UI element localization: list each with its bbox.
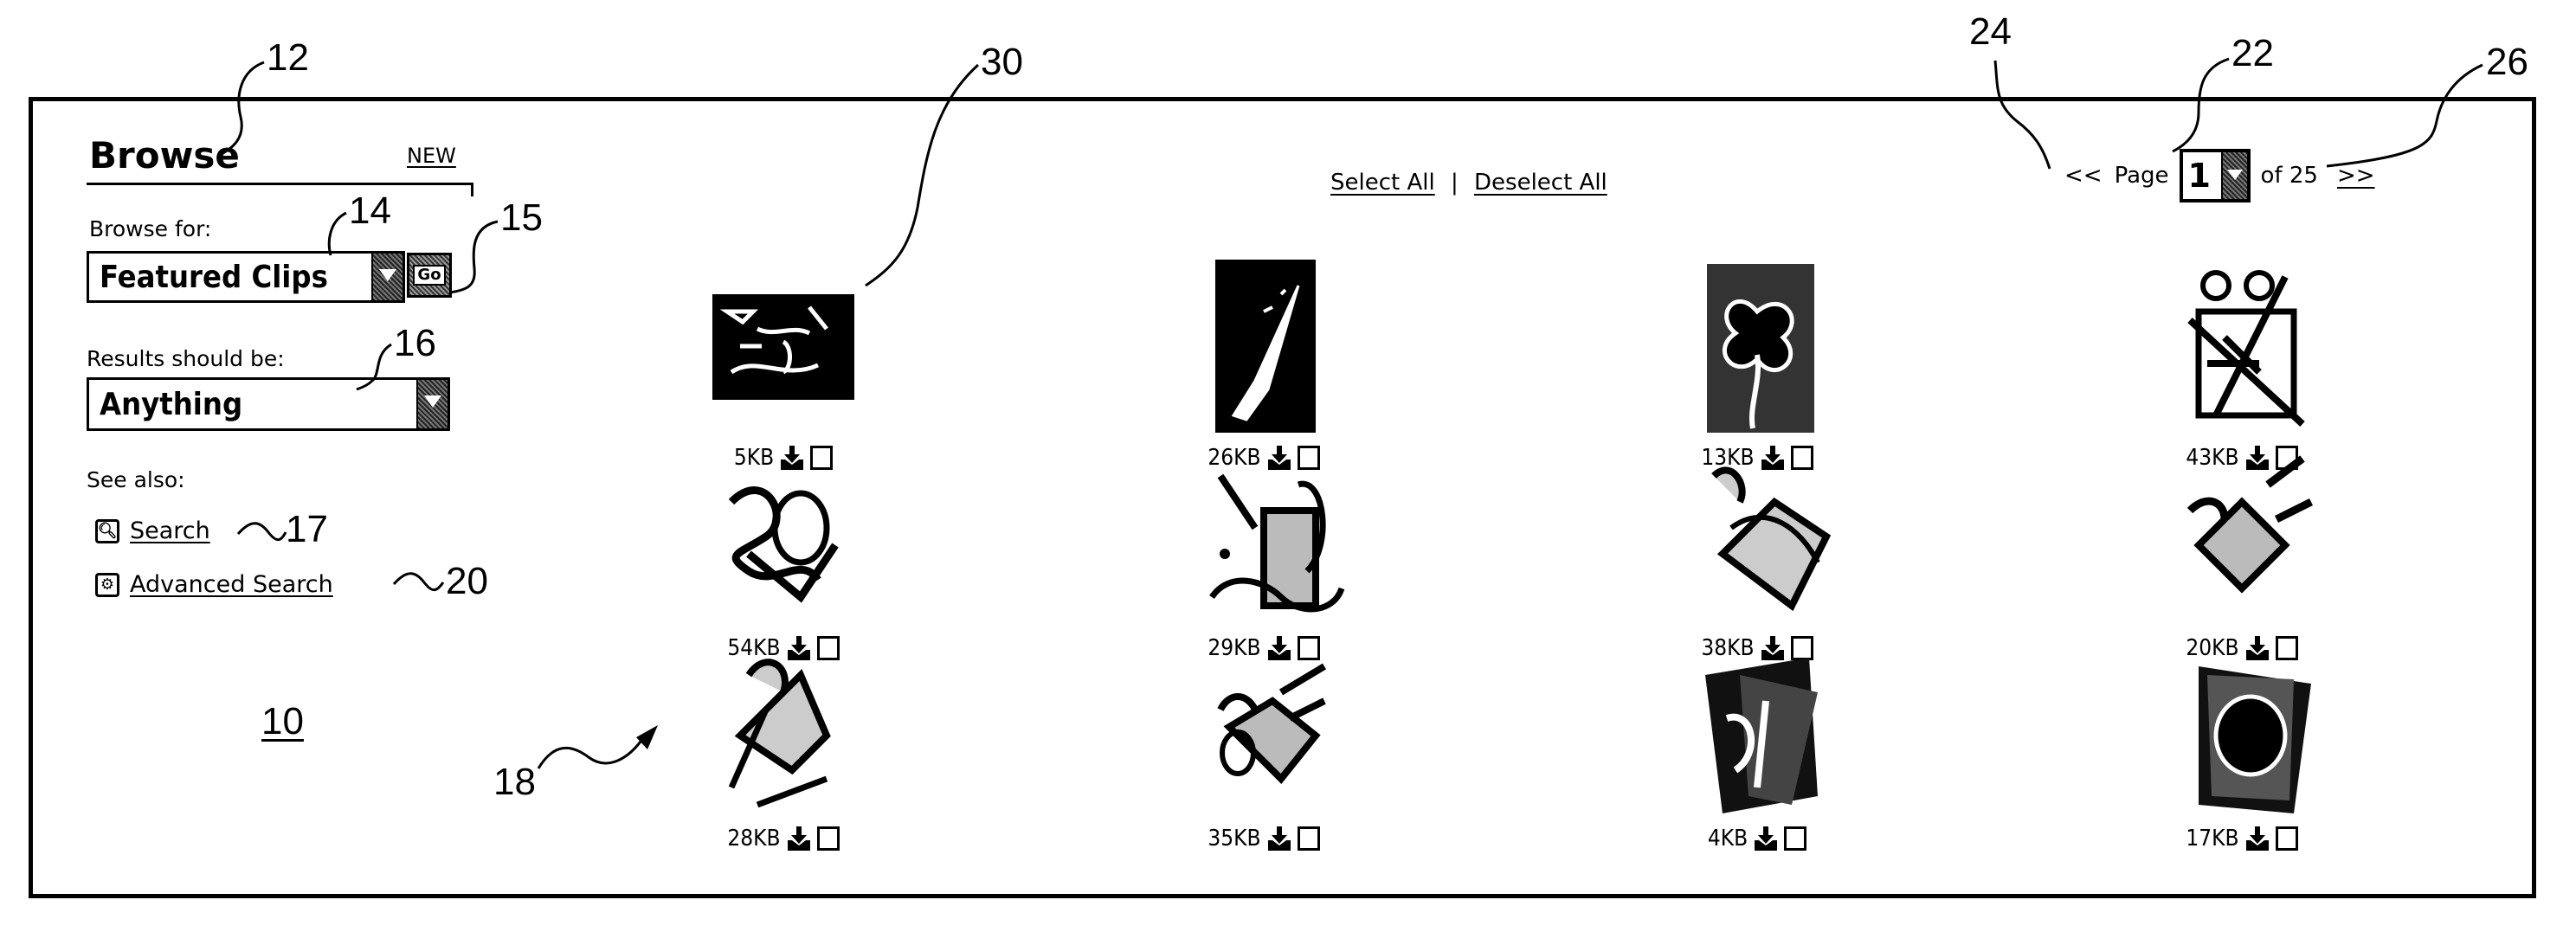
search-link[interactable]: Search xyxy=(130,517,210,544)
page-select[interactable]: 1 xyxy=(2179,149,2251,202)
clip-item[interactable]: 43KB xyxy=(2129,260,2354,471)
deselect-all-link[interactable]: Deselect All xyxy=(1474,170,1607,196)
advanced-search-link-row[interactable]: ⚙︎ Advanced Search xyxy=(95,571,333,598)
clip-item[interactable]: 29KB xyxy=(1151,450,1376,661)
select-all-link[interactable]: Select All xyxy=(1330,170,1435,196)
ref-numeral-15: 15 xyxy=(500,196,543,239)
next-page-link[interactable]: >> xyxy=(2337,163,2375,189)
clip-thumbnail[interactable] xyxy=(2138,450,2346,623)
clip-size: 35KB xyxy=(1208,826,1261,852)
ref-numeral-17: 17 xyxy=(286,508,328,550)
results-label: Results should be: xyxy=(87,346,285,371)
browse-for-value: Featured Clips xyxy=(100,259,328,295)
prev-page-link[interactable]: << xyxy=(2064,163,2103,189)
clip-thumbnail[interactable] xyxy=(1653,450,1861,623)
current-page: 1 xyxy=(2187,157,2211,195)
clip-thumbnail[interactable] xyxy=(679,260,887,433)
clip-thumbnail[interactable] xyxy=(1653,260,1861,433)
clip-art-planting-clipart xyxy=(1217,663,1327,784)
chevron-down-icon[interactable] xyxy=(371,254,402,300)
ref-numeral-18: 18 xyxy=(493,761,536,803)
advanced-search-link[interactable]: Advanced Search xyxy=(130,571,333,598)
clip-thumbnail[interactable] xyxy=(1160,260,1368,433)
search-link-row[interactable]: 🔍︎ Search xyxy=(95,517,210,544)
download-icon[interactable] xyxy=(1755,826,1778,851)
ref-numeral-24: 24 xyxy=(1969,10,2012,53)
ref-numeral-10: 10 xyxy=(261,700,304,742)
clip-art-flower-pot-clipart xyxy=(1711,466,1832,612)
clip-thumbnail[interactable] xyxy=(2138,640,2346,813)
clip-size: 17KB xyxy=(2186,826,2239,852)
ref-numeral-14: 14 xyxy=(349,190,391,232)
clip-thumbnail[interactable] xyxy=(679,450,887,623)
browse-for-select[interactable]: Featured Clips xyxy=(87,251,405,303)
clip-item[interactable]: 13KB xyxy=(1645,260,1870,471)
browse-for-label: Browse for: xyxy=(89,216,212,241)
clip-item[interactable]: 17KB xyxy=(2129,640,2354,852)
advanced-search-icon: ⚙︎ xyxy=(95,572,119,597)
go-button-label: Go xyxy=(413,265,446,286)
header-divider-tick xyxy=(471,183,473,196)
clip-art-watering-can-clipart xyxy=(1209,473,1345,613)
clip-item[interactable]: 4KB xyxy=(1645,640,1870,852)
clip-thumbnail[interactable] xyxy=(679,640,887,813)
download-icon[interactable] xyxy=(2245,826,2269,851)
clip-select-checkbox[interactable] xyxy=(816,826,840,851)
download-icon[interactable] xyxy=(787,826,810,851)
clip-item[interactable]: 35KB xyxy=(1151,640,1376,852)
clip-meta: 28KB xyxy=(727,826,840,852)
ref-numeral-26: 26 xyxy=(2486,41,2528,83)
see-also-label: See also: xyxy=(87,467,185,492)
clip-thumbnail[interactable] xyxy=(1653,640,1861,813)
clip-art-card-photo xyxy=(1705,658,1818,813)
clip-item[interactable]: 26KB xyxy=(1151,260,1376,471)
pagination: << Page 1 of 25 >> xyxy=(2064,149,2375,202)
page-label: Page xyxy=(2114,163,2169,189)
clip-art-seed-packet-clipart xyxy=(728,659,831,808)
clip-art-garden-hose-clipart xyxy=(728,486,839,603)
download-icon[interactable] xyxy=(1267,826,1291,851)
clip-select-checkbox[interactable] xyxy=(1784,826,1807,851)
new-link[interactable]: NEW xyxy=(407,144,456,168)
results-select[interactable]: Anything xyxy=(87,377,450,431)
clip-select-checkbox[interactable] xyxy=(2275,826,2298,851)
chevron-down-icon[interactable] xyxy=(416,380,448,428)
clip-meta: 17KB xyxy=(2186,826,2298,852)
page-total: of 25 xyxy=(2260,163,2318,189)
clip-size: 28KB xyxy=(727,826,781,852)
results-value: Anything xyxy=(100,386,243,422)
header-divider xyxy=(87,183,473,185)
ref-numeral-12: 12 xyxy=(267,36,309,79)
clip-item[interactable]: 28KB xyxy=(671,640,896,852)
clip-select-checkbox[interactable] xyxy=(1297,826,1320,851)
clip-meta: 35KB xyxy=(1208,826,1320,852)
clip-art-landscape-photo xyxy=(712,294,854,400)
search-icon: 🔍︎ xyxy=(95,518,119,543)
clip-thumbnail[interactable] xyxy=(2138,260,2346,433)
go-button[interactable]: Go xyxy=(407,253,452,298)
clip-size: 4KB xyxy=(1707,826,1748,852)
separator: | xyxy=(1450,170,1459,196)
clip-meta: 4KB xyxy=(1707,826,1807,852)
chevron-down-icon[interactable] xyxy=(2220,152,2247,199)
ref-numeral-16: 16 xyxy=(394,322,436,364)
selection-controls: Select All | Deselect All xyxy=(1330,170,1607,196)
clip-item[interactable]: 20KB xyxy=(2129,450,2354,661)
ref-numeral-30: 30 xyxy=(981,41,1023,83)
clip-art-frame-photo xyxy=(2199,666,2311,813)
clip-art-clover-photo xyxy=(1707,264,1814,433)
clip-thumbnail[interactable] xyxy=(1160,450,1368,623)
clip-item[interactable]: 5KB xyxy=(671,260,896,471)
clip-item[interactable]: 38KB xyxy=(1645,450,1870,661)
browse-title: Browse xyxy=(89,134,240,177)
clip-art-paintbrush-photo xyxy=(1215,260,1316,433)
ref-numeral-22: 22 xyxy=(2231,32,2274,74)
ref-numeral-20: 20 xyxy=(446,560,488,602)
clip-item[interactable]: 54KB xyxy=(671,450,896,661)
clip-art-garden-tools-clipart xyxy=(2186,455,2314,594)
clip-thumbnail[interactable] xyxy=(1160,640,1368,813)
clip-art-gardening-clipart xyxy=(2187,270,2305,427)
